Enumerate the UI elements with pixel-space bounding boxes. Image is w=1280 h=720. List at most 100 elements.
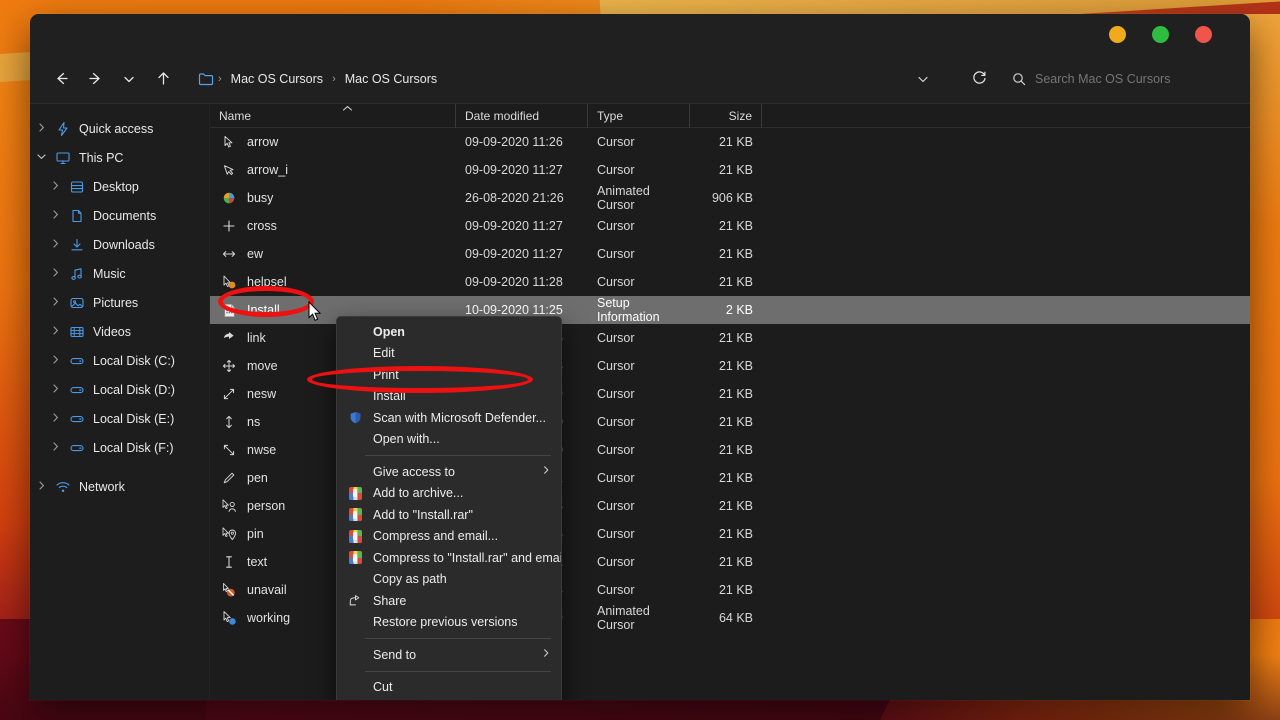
menu-item-compress-to-install-rar-and-email[interactable]: Compress to "Install.rar" and email xyxy=(337,547,561,569)
file-name-cell[interactable]: arrow xyxy=(210,134,456,150)
column-header-name[interactable]: Name xyxy=(210,104,456,128)
table-row[interactable]: arrow_i 09-09-2020 11:27 Cursor 21 KB xyxy=(210,156,1250,184)
sidebar-item-videos[interactable]: Videos xyxy=(30,317,209,346)
table-row[interactable]: ew 09-09-2020 11:27 Cursor 21 KB xyxy=(210,240,1250,268)
chevron-right-icon[interactable] xyxy=(44,209,66,223)
close-button[interactable] xyxy=(1195,26,1212,43)
file-name-cell[interactable]: busy xyxy=(210,190,456,206)
chevron-right-icon[interactable] xyxy=(30,480,52,494)
disk-icon xyxy=(66,440,88,456)
breadcrumb-item-0[interactable]: Mac OS Cursors xyxy=(226,69,328,89)
menu-item-open[interactable]: Open xyxy=(337,321,561,343)
recent-locations-button[interactable] xyxy=(112,63,146,95)
sort-ascending-icon xyxy=(342,104,353,114)
menu-item-add-to-install-rar[interactable]: Add to "Install.rar" xyxy=(337,504,561,526)
file-name-cell[interactable]: helpsel xyxy=(210,274,456,290)
chevron-right-icon[interactable] xyxy=(44,296,66,310)
file-name-label: arrow xyxy=(247,135,279,149)
file-name-cell[interactable]: arrow_i xyxy=(210,162,456,178)
sidebar-item-local-disk-d[interactable]: Local Disk (D:) xyxy=(30,375,209,404)
address-dropdown-button[interactable] xyxy=(906,63,940,95)
chevron-right-icon[interactable] xyxy=(44,267,66,281)
menu-separator xyxy=(365,670,551,672)
sidebar-item-local-disk-c[interactable]: Local Disk (C:) xyxy=(30,346,209,375)
menu-item-install[interactable]: Install xyxy=(337,386,561,408)
cursor-text-icon xyxy=(221,554,237,570)
refresh-button[interactable] xyxy=(962,63,996,95)
column-header-date[interactable]: Date modified xyxy=(456,104,588,128)
file-date-cell: 09-09-2020 11:27 xyxy=(465,247,563,261)
navigation-toolbar: › Mac OS Cursors › Mac OS Cursors xyxy=(30,54,1250,104)
file-size-cell: 21 KB xyxy=(718,527,753,541)
sidebar-item-documents[interactable]: Documents xyxy=(30,201,209,230)
back-button[interactable] xyxy=(44,63,78,95)
search-input[interactable] xyxy=(1035,71,1228,86)
up-button[interactable] xyxy=(146,63,180,95)
table-row[interactable]: helpsel 09-09-2020 11:28 Cursor 21 KB xyxy=(210,268,1250,296)
menu-item-cut[interactable]: Cut xyxy=(337,677,561,699)
file-name-label: ns xyxy=(247,415,261,429)
maximize-button[interactable] xyxy=(1152,26,1169,43)
menu-item-share[interactable]: Share xyxy=(337,590,561,612)
menu-item-copy[interactable]: Copy xyxy=(337,698,561,700)
chevron-right-icon[interactable] xyxy=(30,122,52,136)
file-size-cell: 21 KB xyxy=(718,471,753,485)
table-row[interactable]: arrow 09-09-2020 11:26 Cursor 21 KB xyxy=(210,128,1250,156)
menu-item-send-to[interactable]: Send to xyxy=(337,644,561,666)
chevron-right-icon[interactable] xyxy=(44,325,66,339)
minimize-button[interactable] xyxy=(1109,26,1126,43)
chevron-right-icon[interactable] xyxy=(44,412,66,426)
address-bar[interactable]: › Mac OS Cursors › Mac OS Cursors xyxy=(190,63,1004,95)
file-name-label: busy xyxy=(247,191,274,205)
file-date-cell: 26-08-2020 21:26 xyxy=(465,191,564,205)
chevron-down-icon[interactable] xyxy=(30,151,52,165)
menu-item-restore-previous-versions[interactable]: Restore previous versions xyxy=(337,612,561,634)
breadcrumb-item-1[interactable]: Mac OS Cursors xyxy=(340,69,442,89)
sidebar-item-this-pc[interactable]: This PC xyxy=(30,143,209,172)
sidebar-item-network[interactable]: Network xyxy=(30,472,209,501)
sidebar-item-local-disk-f[interactable]: Local Disk (F:) xyxy=(30,433,209,462)
sidebar-item-music[interactable]: Music xyxy=(30,259,209,288)
sidebar-item-quick-access[interactable]: Quick access xyxy=(30,114,209,143)
cursor-ew-icon xyxy=(221,246,237,262)
cursor-arrowi-icon xyxy=(221,162,237,178)
forward-button[interactable] xyxy=(78,63,112,95)
chevron-right-icon[interactable] xyxy=(44,180,66,194)
column-header-type[interactable]: Type xyxy=(588,104,690,128)
chevron-right-icon[interactable] xyxy=(44,383,66,397)
window-titlebar[interactable] xyxy=(30,14,1250,54)
winrar-icon xyxy=(345,486,365,500)
cursor-pen-icon xyxy=(221,470,237,486)
file-name-cell[interactable]: ew xyxy=(210,246,456,262)
cursor-arrow-icon xyxy=(221,134,237,150)
menu-item-edit[interactable]: Edit xyxy=(337,343,561,365)
chevron-right-icon[interactable] xyxy=(44,238,66,252)
table-row[interactable]: busy 26-08-2020 21:26 Animated Cursor 906 K… xyxy=(210,184,1250,212)
chevron-right-icon[interactable] xyxy=(44,441,66,455)
sidebar-item-pictures[interactable]: Pictures xyxy=(30,288,209,317)
cursor-cross-icon xyxy=(221,218,237,234)
table-row[interactable]: cross 09-09-2020 11:27 Cursor 21 KB xyxy=(210,212,1250,240)
menu-item-copy-as-path[interactable]: Copy as path xyxy=(337,569,561,591)
network-icon xyxy=(52,479,74,495)
file-name-label: link xyxy=(247,331,266,345)
menu-item-add-to-archive[interactable]: Add to archive... xyxy=(337,483,561,505)
file-type-cell: Cursor xyxy=(597,583,635,597)
column-header-size[interactable]: Size xyxy=(690,104,762,128)
file-name-cell[interactable]: cross xyxy=(210,218,456,234)
file-name-label: helpsel xyxy=(247,275,287,289)
menu-item-compress-and-email[interactable]: Compress and email... xyxy=(337,526,561,548)
file-name-label: person xyxy=(247,499,286,513)
cursor-link-icon xyxy=(221,330,237,346)
file-size-cell: 21 KB xyxy=(718,415,753,429)
sidebar-item-downloads[interactable]: Downloads xyxy=(30,230,209,259)
menu-item-print[interactable]: Print xyxy=(337,364,561,386)
menu-item-open-with[interactable]: Open with... xyxy=(337,429,561,451)
search-box[interactable] xyxy=(1004,63,1236,95)
menu-item-scan-with-microsoft-defender[interactable]: Scan with Microsoft Defender... xyxy=(337,407,561,429)
menu-item-give-access-to[interactable]: Give access to xyxy=(337,461,561,483)
sidebar-item-desktop[interactable]: Desktop xyxy=(30,172,209,201)
menu-item-label: Cut xyxy=(373,680,393,695)
chevron-right-icon[interactable] xyxy=(44,354,66,368)
sidebar-item-local-disk-e[interactable]: Local Disk (E:) xyxy=(30,404,209,433)
